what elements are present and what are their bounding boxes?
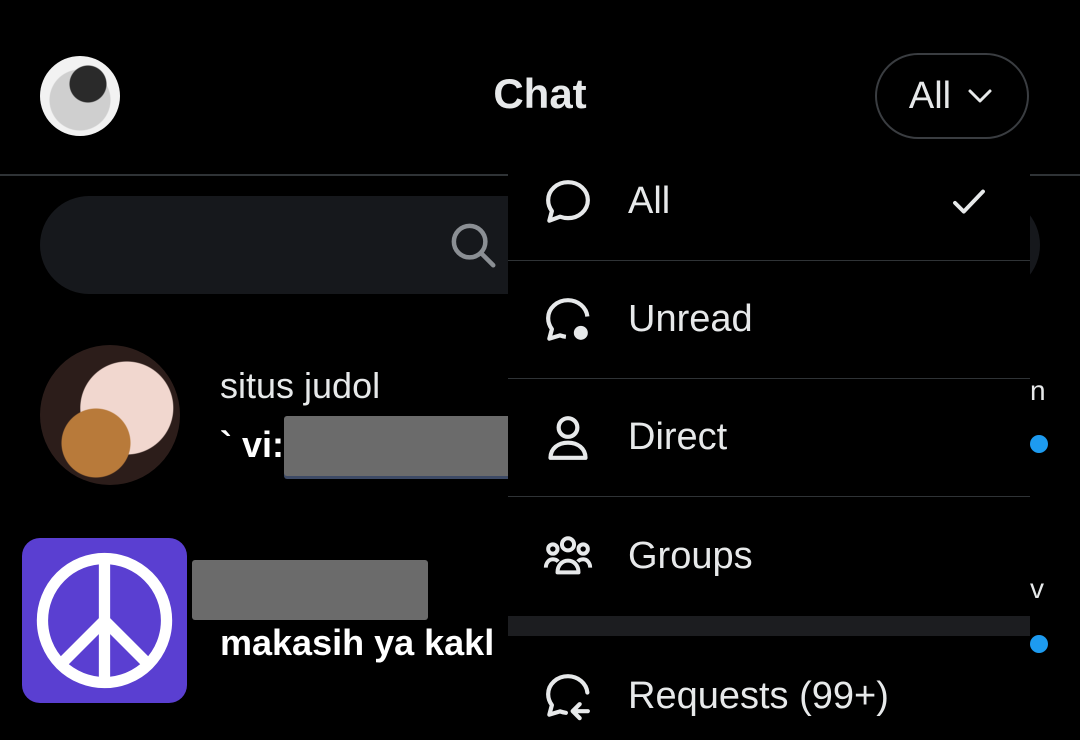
menu-item-label: Groups	[628, 534, 753, 577]
menu-item-label: Unread	[628, 298, 753, 340]
unread-dot	[1030, 435, 1048, 453]
filter-dropdown-button[interactable]: All	[875, 53, 1029, 139]
menu-item-all[interactable]: All	[508, 143, 1030, 261]
menu-divider	[508, 616, 1030, 636]
person-icon	[548, 415, 588, 460]
timestamp-fragment: v	[1030, 573, 1044, 604]
conversation-last-message[interactable]: makasih ya kakl	[220, 622, 510, 664]
chat-bubble-icon	[546, 179, 590, 223]
chat-bubble-unread-icon	[546, 297, 590, 341]
filter-menu: All Unread Direct Groups Requests (99+)	[508, 143, 1030, 740]
checkmark-icon	[953, 189, 985, 214]
menu-item-unread[interactable]: Unread	[508, 261, 1030, 379]
conversation-name[interactable]: situs judol	[220, 365, 380, 407]
conversation-avatar[interactable]	[22, 538, 187, 703]
peace-icon	[36, 552, 173, 689]
menu-item-direct[interactable]: Direct	[508, 379, 1030, 497]
group-icon	[543, 536, 593, 575]
menu-item-groups[interactable]: Groups	[508, 497, 1030, 615]
menu-item-label: Requests (99+)	[628, 674, 889, 717]
conversation-avatar[interactable]	[40, 345, 180, 485]
conversation-last-message[interactable]: ` vi:	[220, 424, 284, 466]
filter-label: All	[908, 74, 952, 117]
search-icon	[451, 223, 496, 268]
chevron-down-icon	[968, 89, 992, 103]
timestamp-fragment: n	[1030, 375, 1046, 406]
menu-item-label: Direct	[628, 416, 728, 458]
unread-dot	[1030, 635, 1048, 653]
menu-item-requests[interactable]: Requests (99+)	[508, 637, 1030, 740]
menu-item-label: All	[628, 180, 671, 222]
chat-bubble-request-icon	[546, 674, 590, 721]
redacted-block	[192, 560, 428, 620]
redacted-block	[284, 416, 520, 476]
